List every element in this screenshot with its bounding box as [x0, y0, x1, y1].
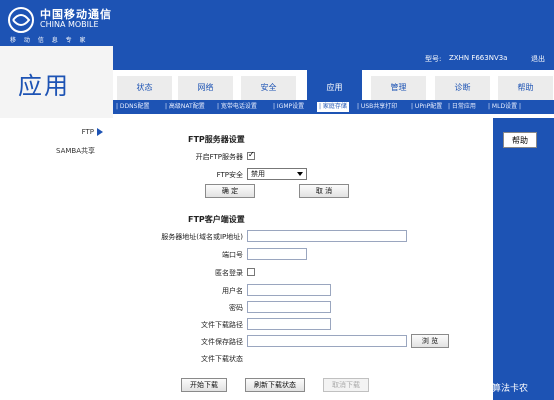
sidebar-item-ftp[interactable]: FTP [82, 128, 103, 136]
ftp-cancel-button[interactable]: 取 消 [299, 184, 349, 198]
download-path-input[interactable] [247, 318, 331, 330]
logout-link[interactable]: 退出 [531, 54, 545, 64]
main-nav: 状态 网络 安全 应用 管理 诊断 帮助 [113, 70, 554, 100]
subnav-igmp[interactable]: | IGMP设置 [273, 102, 304, 112]
tab-status[interactable]: 状态 [117, 76, 173, 100]
tab-help[interactable]: 帮助 [498, 76, 554, 100]
main-content: FTP服务器设置 开启FTP服务器 FTP安全 禁用 确 定 取 消 FTP客户… [113, 120, 493, 400]
sidebar-item-samba[interactable]: SAMBA共享 [56, 146, 95, 156]
help-panel: 帮助 [493, 118, 554, 400]
subnav-usb-print[interactable]: | USB共享打印 [357, 102, 397, 112]
tab-management[interactable]: 管理 [371, 76, 427, 100]
model-value: ZXHN F663NV3a [449, 54, 508, 62]
anonymous-login-label: 匿名登录 [215, 269, 243, 277]
save-path-label: 文件保存路径 [201, 338, 243, 346]
anonymous-login-checkbox[interactable] [247, 268, 255, 276]
brand-slogan: 移 动 信 息 专 家 [10, 37, 89, 44]
tab-diagnosis[interactable]: 诊断 [435, 76, 491, 100]
brand-name-en: CHINA MOBILE [40, 20, 99, 29]
server-address-input[interactable] [247, 230, 407, 242]
ftp-security-value: 禁用 [251, 170, 265, 178]
server-address-label: 服务器地址(域名或IP地址) [161, 233, 243, 241]
save-path-input[interactable] [247, 335, 407, 347]
cancel-download-button[interactable]: 取消下载 [323, 378, 369, 392]
sub-nav: | DDNS配置 | 高级NAT配置 | 宽带电话设置 | IGMP设置 | 家… [113, 100, 554, 114]
ftp-security-select[interactable]: 禁用 [247, 168, 307, 180]
watermark-text: 算法卡农 [492, 384, 529, 394]
info-bar: 型号: ZXHN F663NV3a 退出 [113, 46, 554, 70]
download-status-label: 文件下载状态 [201, 355, 243, 363]
subnav-advanced-nat[interactable]: | 高级NAT配置 [165, 102, 205, 112]
page-title: 应用 [18, 72, 70, 100]
subnav-home-storage[interactable]: | 家庭存储 [317, 102, 349, 112]
subnav-ddns[interactable]: | DDNS配置 [116, 102, 149, 112]
subnav-voip[interactable]: | 宽带电话设置 [217, 102, 257, 112]
password-input[interactable] [247, 301, 331, 313]
arrow-right-icon [97, 128, 103, 136]
sidebar: FTP SAMBA共享 [0, 118, 113, 400]
password-label: 密码 [229, 304, 243, 312]
username-input[interactable] [247, 284, 331, 296]
subnav-mld[interactable]: | MLD设置 | [488, 102, 521, 112]
browse-button[interactable]: 浏 览 [411, 334, 449, 348]
ftp-client-title: FTP客户端设置 [188, 215, 245, 224]
tab-security[interactable]: 安全 [241, 76, 297, 100]
ftp-security-label: FTP安全 [216, 171, 243, 179]
port-input[interactable] [247, 248, 307, 260]
china-mobile-logo-icon [8, 7, 34, 33]
model-label: 型号: [425, 55, 442, 63]
china-mobile-logo: 中国移动通信 CHINA MOBILE 移 动 信 息 专 家 [6, 5, 126, 45]
tab-network[interactable]: 网络 [178, 76, 234, 100]
ftp-enable-label: 开启FTP服务器 [195, 153, 243, 161]
ftp-enable-checkbox[interactable] [247, 150, 255, 160]
port-label: 端口号 [222, 251, 243, 259]
subnav-daily-apps[interactable]: | 日常应用 [448, 102, 476, 112]
download-path-label: 文件下载路径 [201, 321, 243, 329]
subnav-upnp[interactable]: | UPnP配置 [411, 102, 442, 112]
ftp-confirm-button[interactable]: 确 定 [205, 184, 255, 198]
help-button[interactable]: 帮助 [503, 132, 537, 148]
ftp-server-title: FTP服务器设置 [188, 135, 245, 144]
start-download-button[interactable]: 开始下载 [181, 378, 227, 392]
refresh-status-button[interactable]: 刷新下载状态 [245, 378, 305, 392]
chevron-down-icon [297, 172, 303, 176]
page-title-area: 应用 [0, 46, 113, 118]
sidebar-item-ftp-label: FTP [81, 128, 94, 136]
tab-application[interactable]: 应用 [307, 70, 363, 100]
top-banner: 中国移动通信 CHINA MOBILE 移 动 信 息 专 家 [0, 0, 554, 46]
username-label: 用户名 [222, 287, 243, 295]
